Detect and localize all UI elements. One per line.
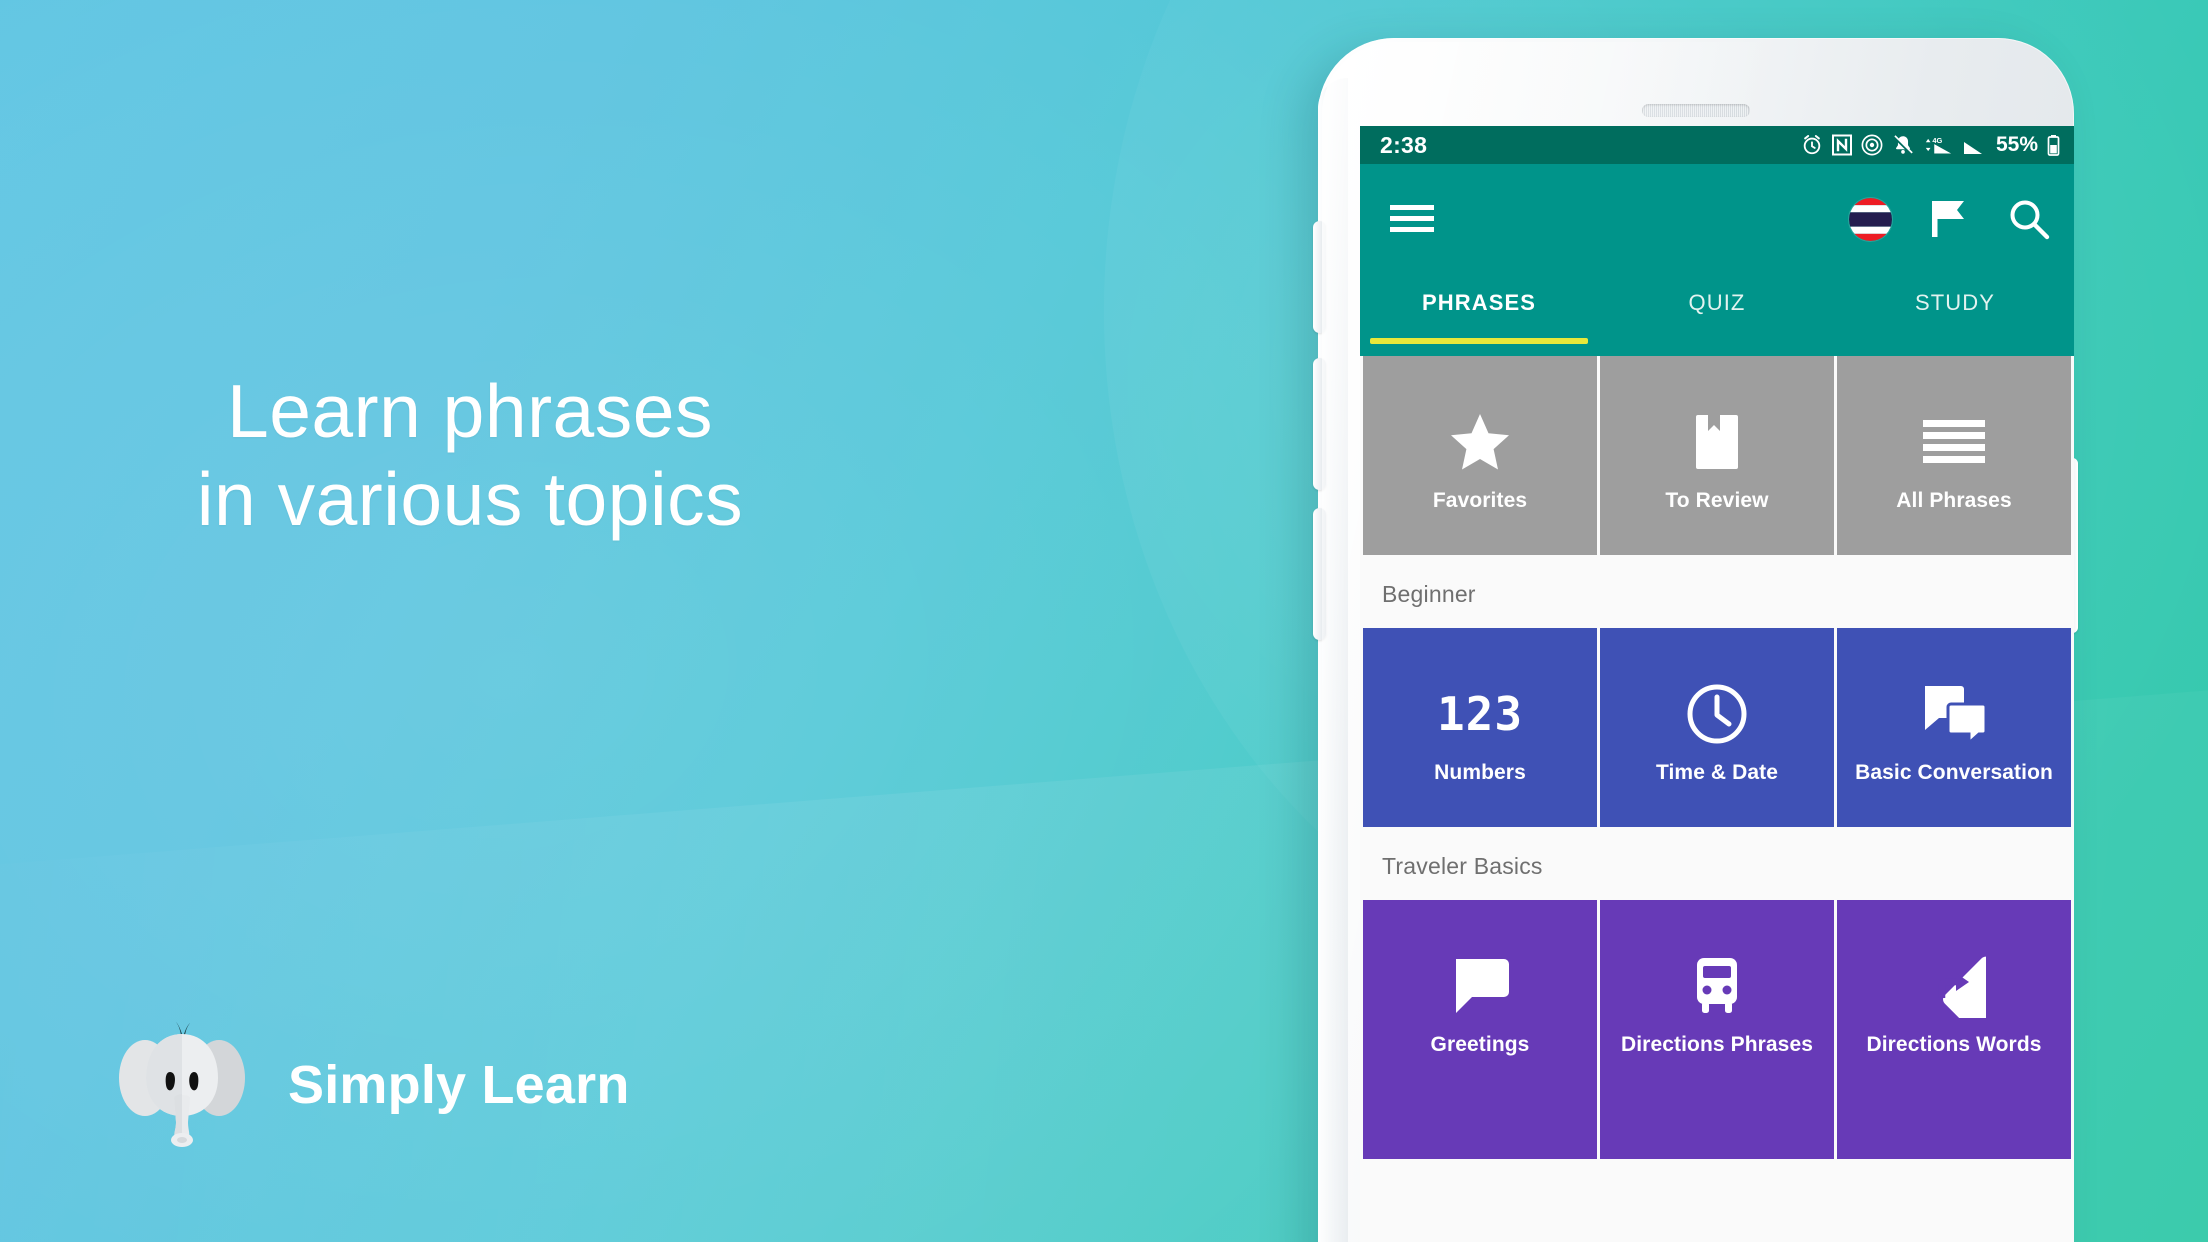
- alarm-icon: [1803, 135, 1821, 155]
- tile-directions-words[interactable]: Directions Words: [1837, 900, 2071, 1099]
- volume-down-button[interactable]: [1313, 508, 1326, 640]
- tile-time-date[interactable]: Time & Date: [1600, 628, 1834, 827]
- tile-favorites[interactable]: Favorites: [1363, 356, 1597, 555]
- tile-greetings[interactable]: Greetings: [1363, 900, 1597, 1099]
- tab-phrases[interactable]: PHRASES: [1360, 274, 1598, 316]
- earpiece-speaker-icon: [1642, 104, 1750, 117]
- tile-next-2[interactable]: [1600, 1099, 1834, 1159]
- thai-flag-icon[interactable]: [1849, 197, 1892, 241]
- volume-up-button[interactable]: [1313, 358, 1326, 490]
- tab-quiz[interactable]: QUIZ: [1598, 274, 1836, 316]
- hotspot-icon: [1861, 134, 1883, 156]
- status-time: 2:38: [1380, 131, 1428, 158]
- phone-screen: 2:38 4G 55% PHRASES QUIZ STUDY Favorites…: [1360, 126, 2074, 1242]
- tile-label: Basic Conversation: [1855, 760, 2053, 784]
- svg-text:4G: 4G: [1932, 136, 1942, 145]
- section-header-beginner: Beginner: [1360, 555, 2074, 628]
- tile-label: Numbers: [1434, 760, 1526, 784]
- tile-next-3[interactable]: [1837, 1099, 2071, 1159]
- list-lines-icon: [1923, 399, 1985, 485]
- tile-all-phrases[interactable]: All Phrases: [1837, 356, 2071, 555]
- speech-bubble-icon: [1450, 943, 1510, 1029]
- brand-lockup: Simply Learn: [118, 1022, 630, 1148]
- tile-directions-phrases[interactable]: Directions Phrases: [1600, 900, 1834, 1099]
- phone-device: 2:38 4G 55% PHRASES QUIZ STUDY Favorites…: [1313, 38, 2078, 1242]
- nfc-icon: [1831, 134, 1852, 156]
- cellular-4g-icon: 4G: [1925, 136, 1952, 154]
- tile-label: Favorites: [1432, 488, 1528, 512]
- flag-icon[interactable]: [1932, 199, 1968, 239]
- quick-tile-row: Favorites To Review All Phrases: [1360, 356, 2074, 555]
- brand-name: Simply Learn: [288, 1055, 630, 1115]
- beginner-tile-row: 123 Numbers Time & Date Basic Conversati…: [1360, 628, 2074, 827]
- tile-label: Greetings: [1430, 1032, 1530, 1056]
- star-icon: [1449, 399, 1511, 485]
- tile-label: Directions Words: [1866, 1032, 2042, 1056]
- numbers-123-icon: 123: [1436, 686, 1524, 741]
- tile-label: To Review: [1665, 488, 1769, 512]
- tab-study[interactable]: STUDY: [1836, 274, 2074, 316]
- battery-icon: [2047, 135, 2060, 156]
- app-bar: [1360, 164, 2074, 274]
- search-icon[interactable]: [2008, 198, 2050, 240]
- power-button[interactable]: [1313, 221, 1326, 333]
- phrases-content: Favorites To Review All Phrases Beginner…: [1360, 356, 2074, 1242]
- tile-next-1[interactable]: [1363, 1099, 1597, 1159]
- tile-label: Directions Phrases: [1620, 1032, 1814, 1056]
- hamburger-menu-icon[interactable]: [1390, 202, 1434, 236]
- tile-label: Time & Date: [1655, 760, 1779, 784]
- cellular-signal-icon: [1963, 142, 1982, 154]
- traveler-basics-tile-row: Greetings Directions Phrases Directions …: [1360, 900, 2074, 1099]
- bus-icon: [1691, 943, 1743, 1029]
- app-bar-actions: [1849, 197, 2050, 241]
- headline-line-2: in various topics: [196, 456, 744, 541]
- tab-active-indicator: [1370, 338, 1588, 344]
- promo-headline: Learn phrases in various topics: [0, 368, 940, 544]
- battery-percent-label: 55%: [1995, 133, 2038, 156]
- bookmark-icon: [1694, 399, 1740, 485]
- directions-sign-icon: [1922, 943, 1986, 1029]
- tile-basic-conversation[interactable]: Basic Conversation: [1837, 628, 2071, 827]
- clock-icon: [1686, 671, 1748, 757]
- headline-line-1: Learn phrases: [227, 369, 713, 453]
- elephant-logo-icon: [118, 1022, 246, 1148]
- tile-to-review[interactable]: To Review: [1600, 356, 1834, 555]
- section-header-traveler-basics: Traveler Basics: [1360, 827, 2074, 900]
- status-icon-tray: 4G 55%: [1801, 133, 2060, 157]
- tab-bar: PHRASES QUIZ STUDY: [1360, 274, 2074, 356]
- next-tile-row-partial: [1360, 1099, 2074, 1159]
- tile-numbers[interactable]: 123 Numbers: [1363, 628, 1597, 827]
- notifications-muted-icon: [1893, 135, 1913, 155]
- tile-label: All Phrases: [1896, 488, 2012, 512]
- status-bar: 2:38 4G 55%: [1360, 126, 2074, 164]
- chat-bubbles-icon: [1921, 671, 1987, 757]
